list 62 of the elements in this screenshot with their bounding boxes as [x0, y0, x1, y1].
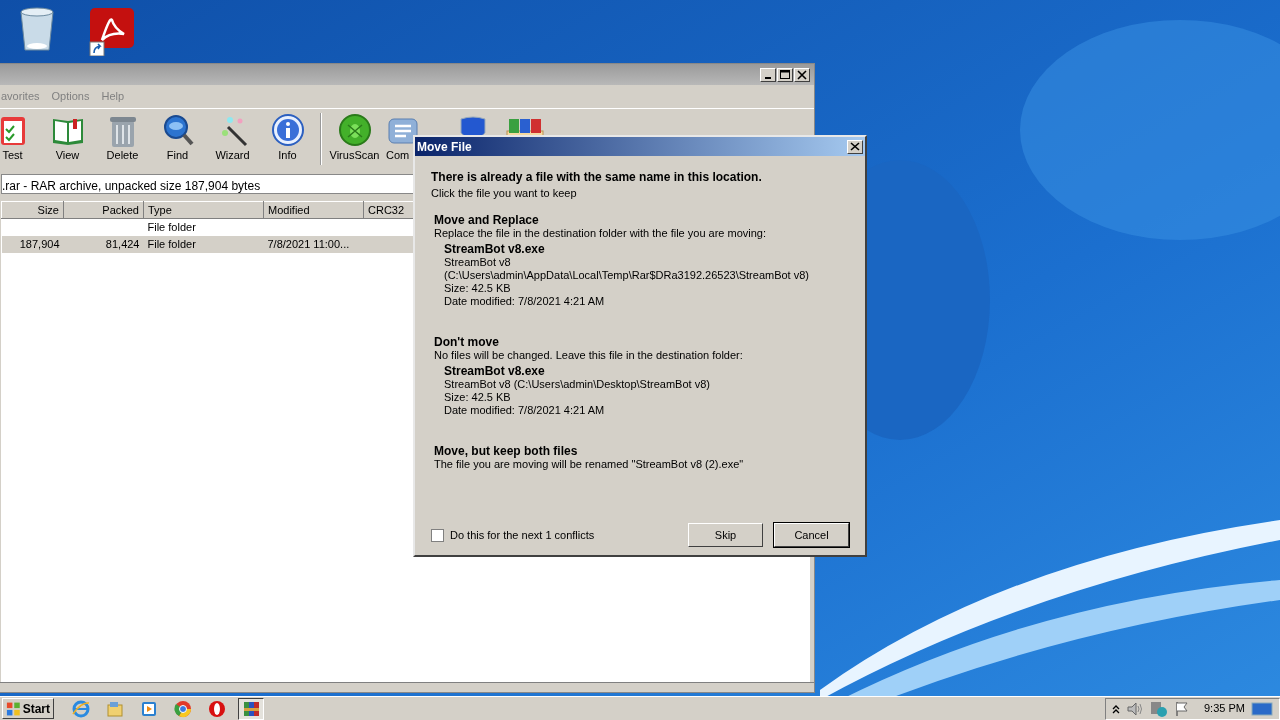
table-cell: 187,904 — [19, 237, 60, 250]
taskbar-button[interactable] — [238, 697, 264, 720]
speaker-icon[interactable] — [1126, 700, 1144, 717]
close-button[interactable] — [794, 67, 810, 82]
file-detail: Date modified: 7/8/2021 4:21 AM — [444, 404, 606, 417]
toolbar-button[interactable]: View — [40, 108, 95, 162]
checkbox[interactable] — [431, 528, 444, 542]
windows-logo-icon — [6, 700, 21, 717]
maximize-icon — [780, 70, 790, 79]
option-description: No files will be changed. Leave this file in the destination folder: — [434, 349, 744, 362]
file-detail: (C:\Users\admin\AppData\Local\Temp\Rar$DRa3192.26523\StreamBot v8) — [444, 269, 810, 282]
close-icon — [797, 69, 807, 80]
checkbox-label: Do this for the next 1 conflicts — [450, 527, 595, 543]
bug-icon — [337, 112, 372, 147]
table-cell: 81,424 — [105, 237, 140, 250]
option-description: Replace the file in the destination folder with the file you are moving: — [434, 227, 768, 240]
maximize-button[interactable] — [777, 67, 793, 82]
show-desktop-icon[interactable] — [1250, 700, 1273, 717]
folder-icon — [106, 699, 124, 718]
option-description: The file you are moving will be renamed "StreamBot v8 (2).exe" — [434, 458, 745, 471]
toolbar-button[interactable]: Find — [150, 108, 205, 162]
minimize-button[interactable] — [760, 67, 776, 82]
recycle-bin-icon[interactable] — [17, 6, 57, 54]
close-button[interactable] — [847, 139, 863, 154]
chevron-up-icon[interactable] — [1112, 703, 1120, 714]
file-detail: Size: 42.5 KB — [444, 282, 512, 295]
toolbar-button[interactable]: Wizard — [205, 108, 260, 162]
browser-icon — [72, 699, 90, 718]
table-cell: File folder — [147, 237, 196, 250]
file-name: StreamBot v8.exe — [444, 243, 546, 256]
option-title[interactable]: Move and Replace — [434, 214, 849, 227]
toolbar-button[interactable]: VirusScan — [327, 108, 382, 162]
column-header[interactable]: Type — [143, 201, 264, 219]
archive-icon — [242, 699, 260, 718]
minimize-icon — [765, 77, 771, 79]
start-button[interactable]: Start — [2, 698, 54, 719]
info-icon — [270, 112, 305, 147]
dialog-button[interactable]: Cancel — [774, 523, 849, 547]
table-cell: 7/8/2021 11:00... — [267, 237, 350, 250]
toolbar-button[interactable]: Test — [0, 108, 40, 162]
file-row[interactable]: 187,904 81,424 File folder 7/8/2021 11:00... — [1, 235, 424, 253]
option-title[interactable]: Don't move — [434, 336, 849, 349]
column-header[interactable]: Modified — [263, 201, 364, 219]
file-detail: StreamBot v8 (C:\Users\admin\Desktop\StreamBot v8) — [444, 378, 711, 391]
file-detail: Size: 42.5 KB — [444, 391, 512, 404]
toolbar-button[interactable]: Info — [260, 108, 315, 162]
column-header[interactable]: Packed — [63, 201, 144, 219]
file-detail: StreamBot v8 — [444, 256, 512, 269]
pdf-shortcut-icon[interactable] — [88, 6, 136, 56]
toolbar-button[interactable]: Delete — [95, 108, 150, 162]
file-name: StreamBot v8.exe — [444, 365, 546, 378]
table-cell: File folder — [147, 221, 196, 233]
dialog-heading: There is already a file with the same name in this location. — [431, 171, 763, 184]
flag-icon[interactable] — [1174, 700, 1190, 717]
file-row[interactable]: File folder — [1, 218, 424, 236]
dialog-button[interactable]: Skip — [688, 523, 763, 547]
file-detail: Date modified: 7/8/2021 4:21 AM — [444, 295, 606, 308]
option-title[interactable]: Move, but keep both files — [434, 445, 849, 458]
dialog-title: Move File — [417, 138, 472, 156]
clock[interactable]: 9:35 PM — [1204, 700, 1245, 717]
column-header[interactable]: Size — [1, 201, 64, 219]
close-icon — [850, 142, 860, 151]
